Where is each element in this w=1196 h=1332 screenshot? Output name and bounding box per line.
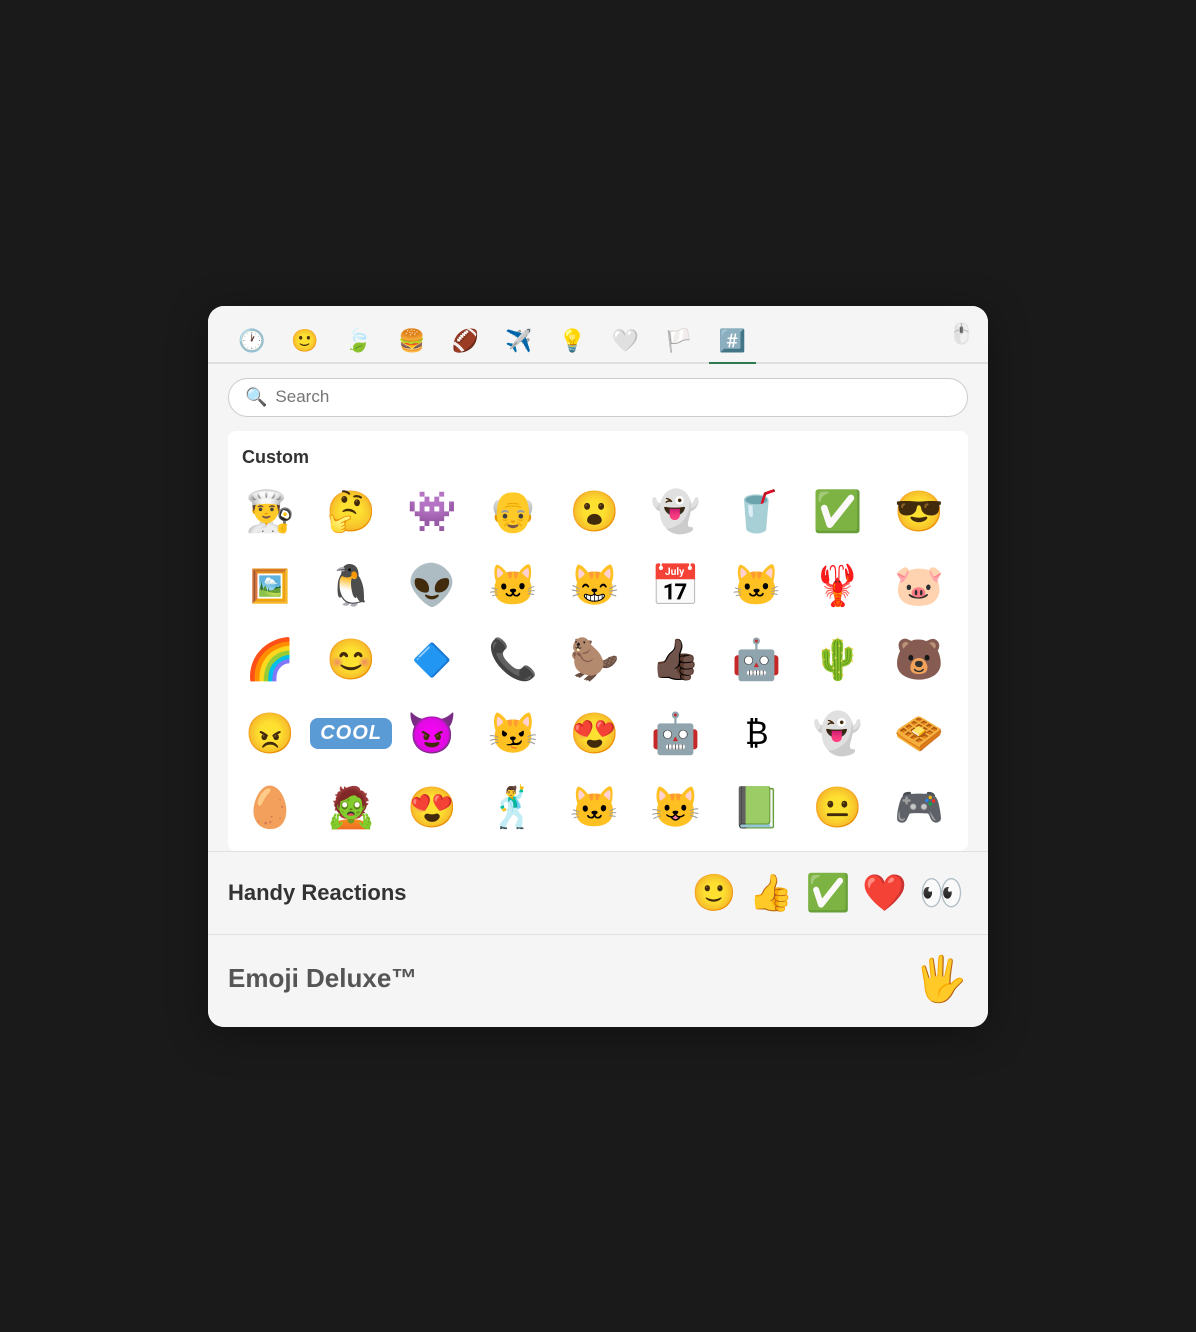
list-item[interactable]: 🐱 (558, 772, 630, 844)
list-item[interactable]: 👾 (396, 476, 468, 548)
cursor-icon: 🖱️ (949, 321, 974, 346)
list-item[interactable]: 🥤 (721, 476, 793, 548)
list-item[interactable]: ₿ (721, 698, 793, 770)
list-item[interactable]: 🥚 (234, 772, 306, 844)
list-item[interactable]: 🧇 (883, 698, 955, 770)
list-item[interactable]: 🦖 (802, 846, 874, 851)
list-item[interactable]: 👻 (640, 476, 712, 548)
list-item[interactable]: 😮 (558, 476, 630, 548)
list-item[interactable]: 👽 (396, 550, 468, 622)
list-item[interactable]: 😐 (802, 772, 874, 844)
list-item[interactable]: 📗 (721, 772, 793, 844)
search-input-wrap[interactable]: 🔍 (228, 378, 968, 417)
emoji-deluxe-label: Emoji Deluxe™ (228, 963, 417, 994)
list-item[interactable]: 😼 (477, 698, 549, 770)
list-item[interactable]: 🌵 (802, 624, 874, 696)
category-custom[interactable]: #️⃣ (709, 320, 756, 362)
list-item[interactable]: 🤔 (315, 476, 387, 548)
emoji-grid-area[interactable]: Custom 👨‍🍳 🤔 👾 👴 😮 👻 🥤 ✅ 😎 🖼️ 🐧 👽 🐱 😸 📅 … (228, 431, 968, 851)
list-item[interactable]: 😍 (558, 698, 630, 770)
handy-reactions-emojis: 🙂 👍 ✅ ❤️ 👀 (688, 868, 968, 918)
list-item[interactable]: 🖼️ (234, 550, 306, 622)
cool-badge: COOL (310, 718, 392, 749)
list-item[interactable]: 🤖 (721, 624, 793, 696)
handy-emoji-smile[interactable]: 🙂 (688, 868, 741, 918)
category-smileys[interactable]: 🙂 (281, 320, 328, 362)
list-item[interactable]: 🦞 (802, 550, 874, 622)
list-item[interactable]: 🎮 (883, 772, 955, 844)
category-symbols[interactable]: 🤍 (602, 320, 649, 362)
category-travel[interactable]: ✈️ (495, 320, 542, 362)
handy-emoji-check[interactable]: ✅ (802, 868, 855, 918)
search-input[interactable] (275, 387, 951, 407)
custom-section-label: Custom (228, 441, 968, 476)
list-item[interactable]: 💫 (558, 846, 630, 851)
list-item[interactable]: 👨‍🍳 (234, 476, 306, 548)
list-item[interactable]: 🐧 (315, 550, 387, 622)
handy-emoji-eyes[interactable]: 👀 (915, 868, 968, 918)
emoji-deluxe-icon: 🖐️ (913, 953, 968, 1005)
list-item[interactable]: 🐱 (721, 550, 793, 622)
list-item[interactable]: 🕺 (477, 772, 549, 844)
handy-reactions-section: Handy Reactions 🙂 👍 ✅ ❤️ 👀 (208, 851, 988, 934)
list-item[interactable]: 😠 (234, 698, 306, 770)
list-item[interactable]: 😈 (396, 698, 468, 770)
search-icon: 🔍 (245, 387, 267, 408)
emoji-grid: 👨‍🍳 🤔 👾 👴 😮 👻 🥤 ✅ 😎 🖼️ 🐧 👽 🐱 😸 📅 🐱 🦞 🐷 🌈… (228, 476, 968, 851)
list-item[interactable]: 🦫 (558, 624, 630, 696)
handy-emoji-heart[interactable]: ❤️ (858, 868, 911, 918)
category-nature[interactable]: 🍃 (335, 320, 382, 362)
list-item[interactable]: 1000 (315, 846, 387, 851)
list-item[interactable]: 🐱 (477, 550, 549, 622)
list-item[interactable]: 😺 (640, 772, 712, 844)
category-food[interactable]: 🍔 (388, 320, 435, 362)
list-item[interactable]: 🌈 (234, 624, 306, 696)
handy-emoji-thumbsup[interactable]: 👍 (745, 868, 798, 918)
list-item[interactable]: 👻 (802, 698, 874, 770)
list-item[interactable]: 🧟 (315, 772, 387, 844)
list-item[interactable]: 😈 (396, 846, 468, 851)
list-item[interactable]: 🤡 (477, 846, 549, 851)
emoji-deluxe-section[interactable]: Emoji Deluxe™ 🖐️ (208, 934, 988, 1027)
list-item[interactable]: 🦊 (883, 846, 955, 851)
category-flags[interactable]: 🏳️ (655, 320, 702, 362)
list-item[interactable]: 🦝 (721, 846, 793, 851)
list-item[interactable]: 😊 (315, 624, 387, 696)
list-item[interactable]: 😎 (883, 476, 955, 548)
emoji-picker: 🕐 🙂 🍃 🍔 🏈 ✈️ 💡 🤍 🏳️ #️⃣ 🖱️ 🔍 Custom 👨‍🍳 … (208, 306, 988, 1027)
category-objects[interactable]: 💡 (548, 320, 595, 362)
list-item[interactable]: 🔷 (396, 624, 468, 696)
list-item[interactable]: 👴 (477, 476, 549, 548)
list-item[interactable]: 👍🏿 (640, 624, 712, 696)
list-item[interactable]: 📅 (640, 550, 712, 622)
list-item-cool[interactable]: COOL (315, 698, 387, 770)
list-item[interactable]: 🐈 (234, 846, 306, 851)
category-recent[interactable]: 🕐 (228, 320, 275, 362)
handy-reactions-label: Handy Reactions (228, 880, 678, 906)
list-item[interactable]: 😶 (640, 846, 712, 851)
category-bar: 🕐 🙂 🍃 🍔 🏈 ✈️ 💡 🤍 🏳️ #️⃣ 🖱️ (208, 306, 988, 364)
list-item[interactable]: 📞 (477, 624, 549, 696)
search-bar: 🔍 (208, 364, 988, 431)
category-activity[interactable]: 🏈 (442, 320, 489, 362)
list-item[interactable]: ✅ (802, 476, 874, 548)
list-item[interactable]: 🐻 (883, 624, 955, 696)
list-item[interactable]: 😸 (558, 550, 630, 622)
list-item[interactable]: 😍 (396, 772, 468, 844)
list-item[interactable]: 🤖 (640, 698, 712, 770)
list-item[interactable]: 🐷 (883, 550, 955, 622)
